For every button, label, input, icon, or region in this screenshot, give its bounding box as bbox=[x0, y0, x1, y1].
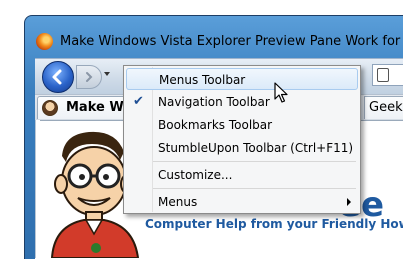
menu-item-label: Customize... bbox=[158, 168, 233, 182]
firefox-icon bbox=[36, 33, 53, 50]
window-title: Make Windows Vista Explorer Preview Pane… bbox=[60, 34, 403, 49]
content-border bbox=[35, 120, 40, 258]
menu-item-label: Menus bbox=[158, 195, 198, 209]
history-dropdown-icon[interactable] bbox=[104, 72, 110, 76]
tab-label: Make Win bbox=[66, 100, 128, 115]
back-button[interactable] bbox=[42, 61, 74, 93]
url-bar[interactable] bbox=[372, 64, 403, 86]
howtogeek-favicon-icon bbox=[42, 100, 58, 116]
forward-arrow-icon bbox=[86, 72, 93, 82]
menu-item-menus-toolbar[interactable]: Menus Toolbar bbox=[126, 68, 358, 90]
menu-separator bbox=[153, 161, 356, 162]
menu-item-label: Bookmarks Toolbar bbox=[158, 118, 273, 132]
site-tagline: Computer Help from your Friendly How-To bbox=[145, 217, 403, 231]
checkmark-icon: ✔ bbox=[133, 94, 144, 109]
submenu-arrow-icon bbox=[347, 198, 351, 206]
menu-item-label: Navigation Toolbar bbox=[158, 95, 270, 109]
menu-separator bbox=[153, 188, 356, 189]
mouse-cursor-icon bbox=[274, 82, 288, 103]
menu-item-menus[interactable]: Menus bbox=[126, 191, 358, 213]
forward-button[interactable] bbox=[76, 65, 102, 89]
tab-label-geek: Geek bbox=[369, 100, 403, 115]
menu-item-stumbleupon-toolbar[interactable]: StumbleUpon Toolbar (Ctrl+F11) bbox=[126, 137, 358, 159]
menu-item-navigation-toolbar[interactable]: ✔ Navigation Toolbar bbox=[126, 91, 358, 113]
menu-item-label: StumbleUpon Toolbar (Ctrl+F11) bbox=[158, 141, 354, 155]
menu-item-label: Menus Toolbar bbox=[159, 73, 246, 87]
page-icon bbox=[377, 68, 389, 82]
menu-item-bookmarks-toolbar[interactable]: Bookmarks Toolbar bbox=[126, 114, 358, 136]
back-arrow-icon bbox=[52, 69, 62, 85]
menu-item-customize[interactable]: Customize... bbox=[126, 164, 358, 186]
